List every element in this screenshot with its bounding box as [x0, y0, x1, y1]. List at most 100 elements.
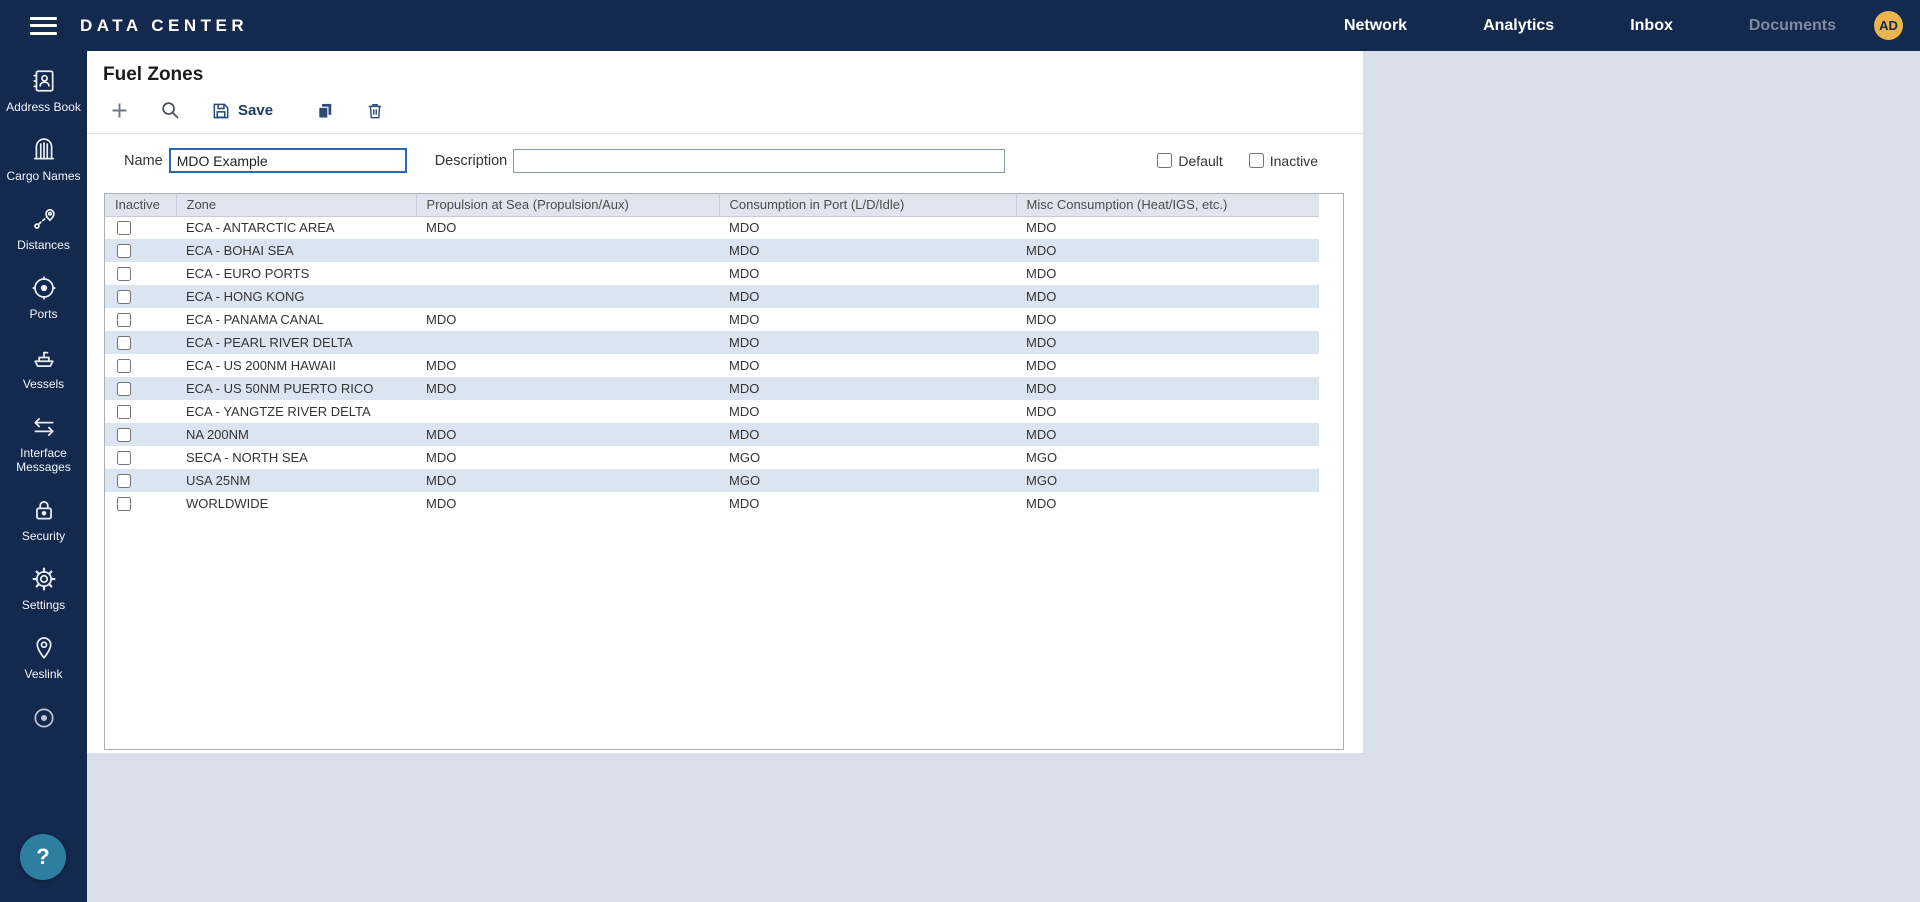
- cell-inactive: [105, 285, 176, 308]
- name-label: Name: [124, 153, 163, 169]
- table-row[interactable]: WORLDWIDEMDOMDOMDO: [105, 492, 1321, 515]
- row-inactive-checkbox[interactable]: [117, 405, 131, 419]
- sidebar-item-address-book[interactable]: Address Book: [0, 57, 87, 126]
- sidebar-item-label: Cargo Names: [6, 169, 80, 183]
- table-row[interactable]: NA 200NMMDOMDOMDO: [105, 423, 1321, 446]
- ports-icon: [31, 275, 57, 301]
- sidebar-item-partial[interactable]: [0, 694, 87, 743]
- cell-zone: ECA - PANAMA CANAL: [176, 308, 416, 331]
- nav-analytics[interactable]: Analytics: [1483, 17, 1554, 35]
- sidebar: Address Book Cargo Names Distances Ports Ves…: [0, 51, 87, 902]
- cell-zone: NA 200NM: [176, 423, 416, 446]
- sidebar-item-vessels[interactable]: Vessels: [0, 334, 87, 403]
- row-inactive-checkbox[interactable]: [117, 221, 131, 235]
- cell-port: MDO: [719, 331, 1016, 354]
- cell-misc: MDO: [1016, 492, 1321, 515]
- table-row[interactable]: ECA - YANGTZE RIVER DELTAMDOMDO: [105, 400, 1321, 423]
- row-inactive-checkbox[interactable]: [117, 451, 131, 465]
- table-scrollbar-gutter: [1319, 194, 1343, 749]
- main-area: Fuel Zones Save: [87, 0, 1920, 753]
- table-row[interactable]: ECA - EURO PORTSMDOMDO: [105, 262, 1321, 285]
- fuel-zones-table-body: ECA - ANTARCTIC AREAMDOMDOMDOECA - BOHAI…: [105, 216, 1321, 515]
- cell-inactive: [105, 492, 176, 515]
- delete-button[interactable]: [361, 98, 389, 124]
- table-row[interactable]: ECA - BOHAI SEAMDOMDO: [105, 239, 1321, 262]
- sidebar-item-security[interactable]: Security: [0, 486, 87, 555]
- save-icon: [211, 101, 231, 121]
- sidebar-item-settings[interactable]: Settings: [0, 555, 87, 624]
- cell-zone: ECA - ANTARCTIC AREA: [176, 216, 416, 239]
- content-panel: Fuel Zones Save: [87, 51, 1363, 753]
- table-row[interactable]: SECA - NORTH SEAMDOMGOMGO: [105, 446, 1321, 469]
- name-input[interactable]: [169, 148, 407, 173]
- search-button[interactable]: [156, 97, 185, 124]
- cell-propulsion: MDO: [416, 216, 719, 239]
- table-row[interactable]: ECA - ANTARCTIC AREAMDOMDOMDO: [105, 216, 1321, 239]
- table-row[interactable]: ECA - US 200NM HAWAIIMDOMDOMDO: [105, 354, 1321, 377]
- sidebar-item-label: Vessels: [23, 377, 64, 391]
- cell-propulsion: [416, 400, 719, 423]
- cell-propulsion: MDO: [416, 446, 719, 469]
- column-header: Propulsion at Sea (Propulsion/Aux): [416, 194, 719, 216]
- default-checkbox[interactable]: [1157, 153, 1172, 168]
- cell-misc: MGO: [1016, 446, 1321, 469]
- cell-propulsion: [416, 331, 719, 354]
- column-header: Inactive: [105, 194, 176, 216]
- table-row[interactable]: ECA - HONG KONGMDOMDO: [105, 285, 1321, 308]
- vessels-icon: [31, 345, 57, 371]
- menu-icon[interactable]: [30, 10, 60, 41]
- cell-zone: USA 25NM: [176, 469, 416, 492]
- sidebar-nav: Address Book Cargo Names Distances Ports Ves…: [0, 51, 87, 743]
- cell-port: MDO: [719, 423, 1016, 446]
- nav-inbox[interactable]: Inbox: [1630, 17, 1673, 35]
- add-button[interactable]: [105, 97, 134, 124]
- row-inactive-checkbox[interactable]: [117, 359, 131, 373]
- cell-port: MGO: [719, 469, 1016, 492]
- sidebar-item-veslink[interactable]: Veslink: [0, 624, 87, 693]
- row-inactive-checkbox[interactable]: [117, 290, 131, 304]
- cell-zone: ECA - EURO PORTS: [176, 262, 416, 285]
- row-inactive-checkbox[interactable]: [117, 428, 131, 442]
- copy-icon: [315, 101, 335, 121]
- help-button[interactable]: ?: [20, 834, 66, 880]
- row-inactive-checkbox[interactable]: [117, 244, 131, 258]
- sidebar-item-ports[interactable]: Ports: [0, 264, 87, 333]
- row-inactive-checkbox[interactable]: [117, 313, 131, 327]
- cell-misc: MDO: [1016, 262, 1321, 285]
- row-inactive-checkbox[interactable]: [117, 382, 131, 396]
- table-row[interactable]: ECA - PANAMA CANALMDOMDOMDO: [105, 308, 1321, 331]
- inactive-checkbox[interactable]: [1249, 153, 1264, 168]
- avatar[interactable]: AD: [1874, 11, 1903, 40]
- column-header: Misc Consumption (Heat/IGS, etc.): [1016, 194, 1321, 216]
- sidebar-item-label: Distances: [17, 238, 70, 252]
- flags-group: Default Inactive: [1157, 153, 1318, 169]
- nav-documents[interactable]: Documents: [1749, 17, 1836, 35]
- cell-propulsion: MDO: [416, 308, 719, 331]
- circle-icon: [31, 705, 57, 731]
- cell-zone: ECA - HONG KONG: [176, 285, 416, 308]
- description-input[interactable]: [513, 149, 1005, 173]
- veslink-icon: [31, 635, 57, 661]
- nav-network[interactable]: Network: [1344, 17, 1407, 35]
- row-inactive-checkbox[interactable]: [117, 336, 131, 350]
- copy-button[interactable]: [311, 98, 339, 124]
- row-inactive-checkbox[interactable]: [117, 267, 131, 281]
- row-inactive-checkbox[interactable]: [117, 497, 131, 511]
- table-row[interactable]: ECA - US 50NM PUERTO RICOMDOMDOMDO: [105, 377, 1321, 400]
- sidebar-item-interface-messages[interactable]: Interface Messages: [0, 403, 87, 486]
- cell-propulsion: [416, 239, 719, 262]
- table-row[interactable]: USA 25NMMDOMGOMGO: [105, 469, 1321, 492]
- table-row[interactable]: ECA - PEARL RIVER DELTAMDOMDO: [105, 331, 1321, 354]
- cell-port: MDO: [719, 377, 1016, 400]
- cell-port: MDO: [719, 308, 1016, 331]
- row-inactive-checkbox[interactable]: [117, 474, 131, 488]
- page-title: Fuel Zones: [87, 51, 1363, 86]
- sidebar-item-cargo-names[interactable]: Cargo Names: [0, 126, 87, 195]
- cell-zone: ECA - US 200NM HAWAII: [176, 354, 416, 377]
- cell-inactive: [105, 354, 176, 377]
- save-button[interactable]: Save: [207, 98, 277, 124]
- cell-misc: MDO: [1016, 285, 1321, 308]
- cell-zone: ECA - US 50NM PUERTO RICO: [176, 377, 416, 400]
- trash-icon: [365, 101, 385, 121]
- sidebar-item-distances[interactable]: Distances: [0, 195, 87, 264]
